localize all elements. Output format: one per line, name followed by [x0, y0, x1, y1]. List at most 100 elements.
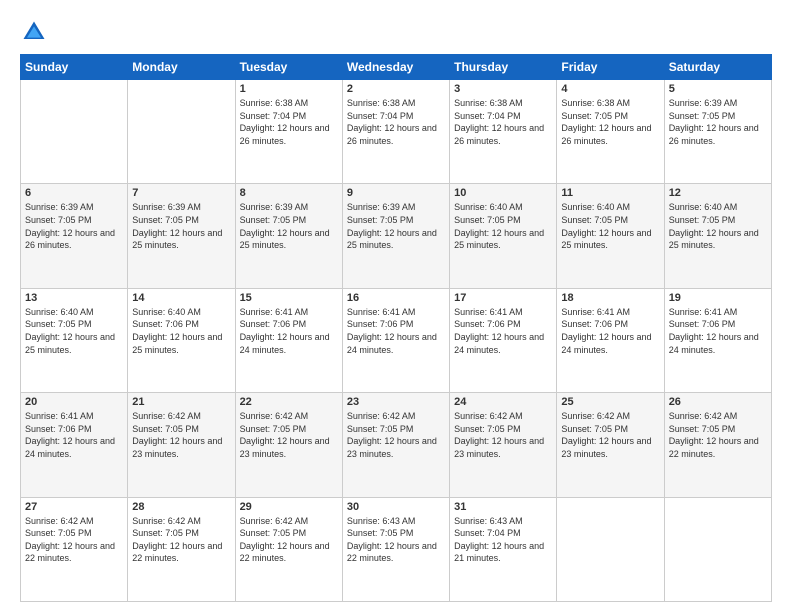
day-number: 13 [25, 292, 123, 304]
day-info: Sunrise: 6:40 AM Sunset: 7:05 PM Dayligh… [561, 201, 659, 251]
sunrise: Sunrise: 6:41 AM [347, 307, 416, 317]
sunset: Sunset: 7:05 PM [240, 424, 307, 434]
day-info: Sunrise: 6:40 AM Sunset: 7:06 PM Dayligh… [132, 306, 230, 356]
day-number: 24 [454, 396, 552, 408]
weekday-header-friday: Friday [557, 55, 664, 80]
calendar-cell: 31 Sunrise: 6:43 AM Sunset: 7:04 PM Dayl… [450, 497, 557, 601]
day-info: Sunrise: 6:42 AM Sunset: 7:05 PM Dayligh… [669, 410, 767, 460]
sunset: Sunset: 7:06 PM [561, 319, 628, 329]
day-info: Sunrise: 6:42 AM Sunset: 7:05 PM Dayligh… [240, 410, 338, 460]
day-number: 6 [25, 187, 123, 199]
day-number: 30 [347, 501, 445, 513]
calendar-cell: 5 Sunrise: 6:39 AM Sunset: 7:05 PM Dayli… [664, 80, 771, 184]
sunset: Sunset: 7:05 PM [347, 215, 414, 225]
daylight: Daylight: 12 hours and 23 minutes. [561, 436, 651, 459]
day-number: 20 [25, 396, 123, 408]
sunset: Sunset: 7:05 PM [132, 215, 199, 225]
daylight: Daylight: 12 hours and 24 minutes. [669, 332, 759, 355]
sunrise: Sunrise: 6:40 AM [669, 202, 738, 212]
calendar-cell: 4 Sunrise: 6:38 AM Sunset: 7:05 PM Dayli… [557, 80, 664, 184]
calendar-cell: 17 Sunrise: 6:41 AM Sunset: 7:06 PM Dayl… [450, 288, 557, 392]
week-row-4: 20 Sunrise: 6:41 AM Sunset: 7:06 PM Dayl… [21, 393, 772, 497]
page: SundayMondayTuesdayWednesdayThursdayFrid… [0, 0, 792, 612]
day-info: Sunrise: 6:39 AM Sunset: 7:05 PM Dayligh… [25, 201, 123, 251]
daylight: Daylight: 12 hours and 25 minutes. [561, 228, 651, 251]
weekday-header-sunday: Sunday [21, 55, 128, 80]
day-info: Sunrise: 6:40 AM Sunset: 7:05 PM Dayligh… [25, 306, 123, 356]
sunset: Sunset: 7:05 PM [561, 215, 628, 225]
weekday-header-row: SundayMondayTuesdayWednesdayThursdayFrid… [21, 55, 772, 80]
day-number: 12 [669, 187, 767, 199]
calendar-cell: 29 Sunrise: 6:42 AM Sunset: 7:05 PM Dayl… [235, 497, 342, 601]
calendar-cell: 19 Sunrise: 6:41 AM Sunset: 7:06 PM Dayl… [664, 288, 771, 392]
week-row-1: 1 Sunrise: 6:38 AM Sunset: 7:04 PM Dayli… [21, 80, 772, 184]
daylight: Daylight: 12 hours and 22 minutes. [240, 541, 330, 564]
day-info: Sunrise: 6:40 AM Sunset: 7:05 PM Dayligh… [669, 201, 767, 251]
day-info: Sunrise: 6:42 AM Sunset: 7:05 PM Dayligh… [132, 410, 230, 460]
sunset: Sunset: 7:04 PM [454, 528, 521, 538]
sunrise: Sunrise: 6:39 AM [240, 202, 309, 212]
day-number: 22 [240, 396, 338, 408]
day-number: 29 [240, 501, 338, 513]
sunrise: Sunrise: 6:40 AM [25, 307, 94, 317]
sunrise: Sunrise: 6:39 AM [347, 202, 416, 212]
sunset: Sunset: 7:05 PM [132, 424, 199, 434]
day-number: 31 [454, 501, 552, 513]
sunrise: Sunrise: 6:42 AM [454, 411, 523, 421]
daylight: Daylight: 12 hours and 24 minutes. [347, 332, 437, 355]
day-info: Sunrise: 6:39 AM Sunset: 7:05 PM Dayligh… [132, 201, 230, 251]
day-info: Sunrise: 6:42 AM Sunset: 7:05 PM Dayligh… [132, 515, 230, 565]
calendar-cell: 7 Sunrise: 6:39 AM Sunset: 7:05 PM Dayli… [128, 184, 235, 288]
sunrise: Sunrise: 6:38 AM [454, 98, 523, 108]
sunset: Sunset: 7:05 PM [347, 424, 414, 434]
sunset: Sunset: 7:05 PM [669, 424, 736, 434]
day-info: Sunrise: 6:38 AM Sunset: 7:04 PM Dayligh… [347, 97, 445, 147]
day-number: 9 [347, 187, 445, 199]
daylight: Daylight: 12 hours and 23 minutes. [240, 436, 330, 459]
sunset: Sunset: 7:05 PM [454, 424, 521, 434]
sunset: Sunset: 7:05 PM [561, 111, 628, 121]
calendar-cell [128, 80, 235, 184]
sunset: Sunset: 7:05 PM [454, 215, 521, 225]
daylight: Daylight: 12 hours and 23 minutes. [347, 436, 437, 459]
day-number: 17 [454, 292, 552, 304]
weekday-header-wednesday: Wednesday [342, 55, 449, 80]
sunrise: Sunrise: 6:40 AM [132, 307, 201, 317]
sunset: Sunset: 7:06 PM [240, 319, 307, 329]
daylight: Daylight: 12 hours and 21 minutes. [454, 541, 544, 564]
day-number: 19 [669, 292, 767, 304]
sunrise: Sunrise: 6:42 AM [240, 411, 309, 421]
day-number: 26 [669, 396, 767, 408]
week-row-5: 27 Sunrise: 6:42 AM Sunset: 7:05 PM Dayl… [21, 497, 772, 601]
sunrise: Sunrise: 6:39 AM [669, 98, 738, 108]
sunset: Sunset: 7:05 PM [25, 319, 92, 329]
calendar-cell [557, 497, 664, 601]
weekday-header-tuesday: Tuesday [235, 55, 342, 80]
day-info: Sunrise: 6:42 AM Sunset: 7:05 PM Dayligh… [25, 515, 123, 565]
calendar-cell: 8 Sunrise: 6:39 AM Sunset: 7:05 PM Dayli… [235, 184, 342, 288]
calendar-cell: 1 Sunrise: 6:38 AM Sunset: 7:04 PM Dayli… [235, 80, 342, 184]
sunrise: Sunrise: 6:41 AM [240, 307, 309, 317]
day-number: 3 [454, 83, 552, 95]
day-info: Sunrise: 6:38 AM Sunset: 7:04 PM Dayligh… [240, 97, 338, 147]
day-info: Sunrise: 6:41 AM Sunset: 7:06 PM Dayligh… [25, 410, 123, 460]
calendar-cell: 2 Sunrise: 6:38 AM Sunset: 7:04 PM Dayli… [342, 80, 449, 184]
logo [20, 18, 52, 46]
calendar-cell: 14 Sunrise: 6:40 AM Sunset: 7:06 PM Dayl… [128, 288, 235, 392]
sunrise: Sunrise: 6:42 AM [240, 516, 309, 526]
day-number: 25 [561, 396, 659, 408]
daylight: Daylight: 12 hours and 22 minutes. [347, 541, 437, 564]
calendar-cell: 23 Sunrise: 6:42 AM Sunset: 7:05 PM Dayl… [342, 393, 449, 497]
calendar-cell: 28 Sunrise: 6:42 AM Sunset: 7:05 PM Dayl… [128, 497, 235, 601]
daylight: Daylight: 12 hours and 25 minutes. [240, 228, 330, 251]
day-number: 4 [561, 83, 659, 95]
day-info: Sunrise: 6:43 AM Sunset: 7:04 PM Dayligh… [454, 515, 552, 565]
sunrise: Sunrise: 6:42 AM [669, 411, 738, 421]
day-info: Sunrise: 6:38 AM Sunset: 7:04 PM Dayligh… [454, 97, 552, 147]
day-number: 5 [669, 83, 767, 95]
daylight: Daylight: 12 hours and 24 minutes. [454, 332, 544, 355]
daylight: Daylight: 12 hours and 26 minutes. [669, 123, 759, 146]
sunset: Sunset: 7:06 PM [454, 319, 521, 329]
sunset: Sunset: 7:05 PM [669, 111, 736, 121]
sunset: Sunset: 7:05 PM [25, 528, 92, 538]
